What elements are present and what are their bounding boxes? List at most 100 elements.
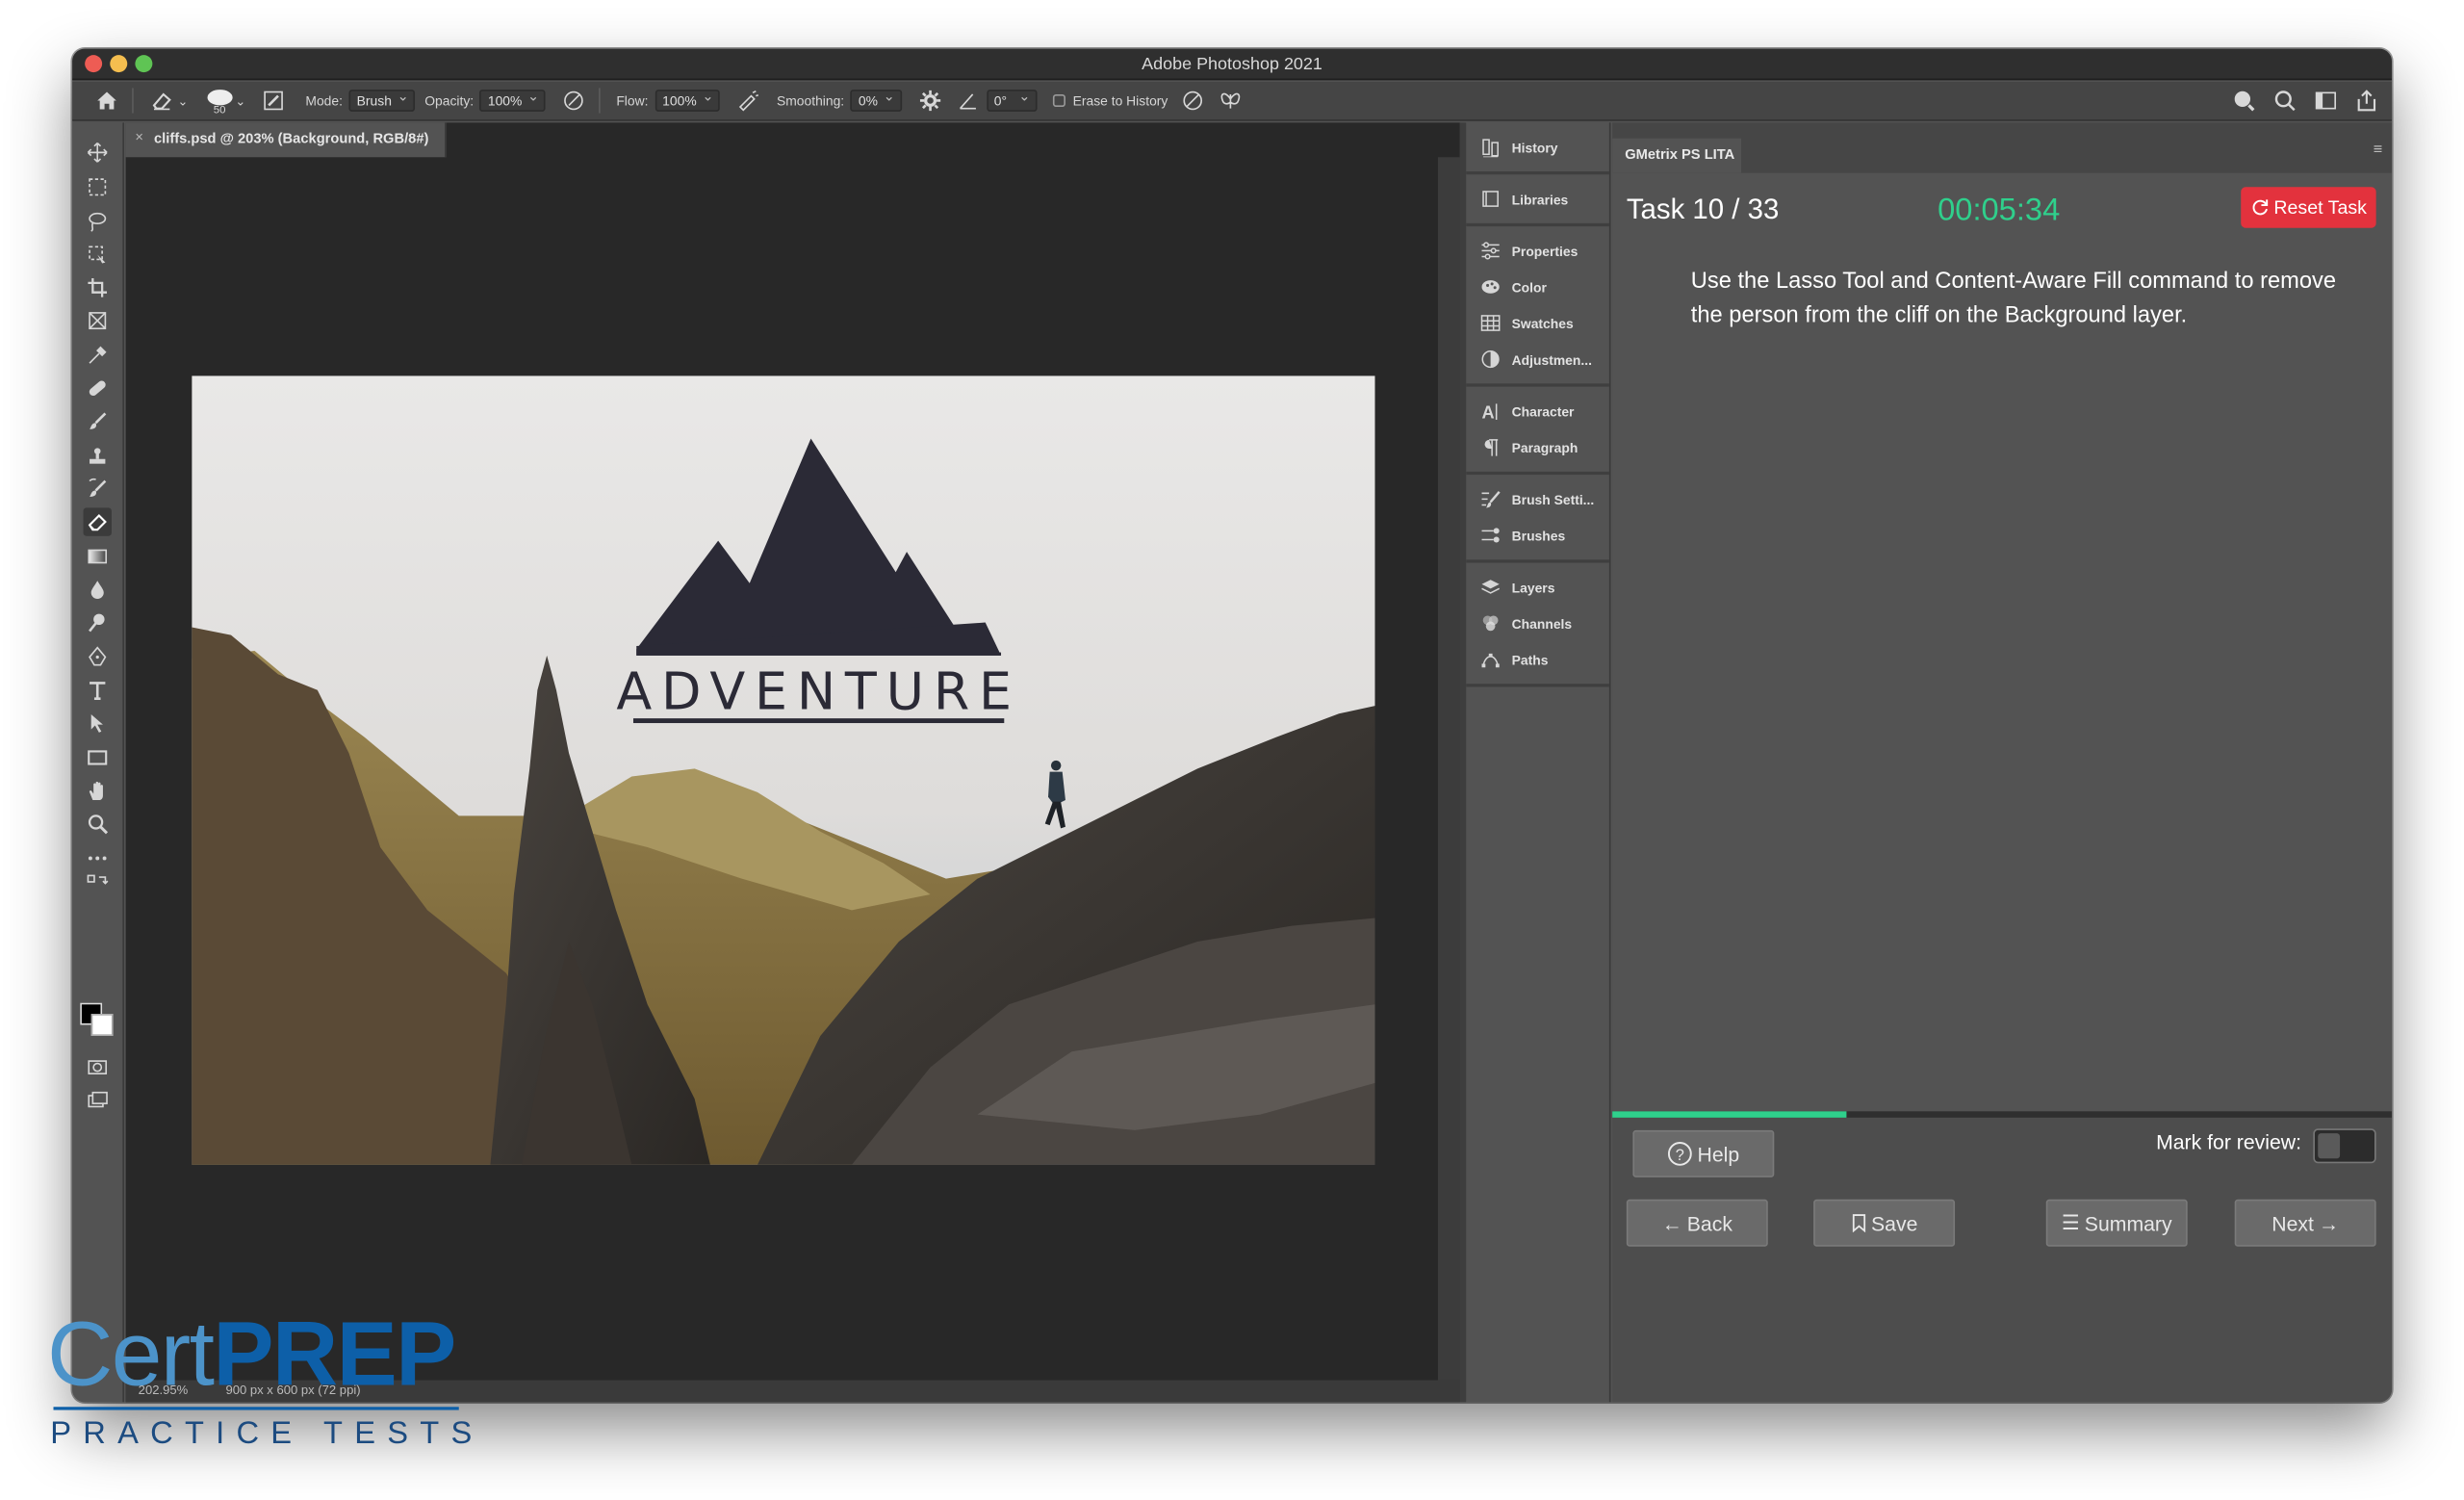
- eyedropper-tool[interactable]: [84, 341, 112, 369]
- history-icon: [1478, 136, 1501, 158]
- history-brush-tool[interactable]: [84, 475, 112, 503]
- svg-text:A: A: [1481, 403, 1494, 422]
- mark-for-review-toggle[interactable]: [2313, 1128, 2376, 1164]
- reset-task-button[interactable]: Reset Task: [2241, 187, 2376, 228]
- pressure-size-icon: [1183, 91, 1203, 111]
- panel-item-paragraph[interactable]: Paragraph: [1466, 429, 1609, 466]
- panel-item-character[interactable]: A Character: [1466, 393, 1609, 429]
- swap-colors-button[interactable]: [84, 874, 112, 893]
- panel-item-label: Layers: [1511, 579, 1555, 595]
- color-swatches[interactable]: [80, 1002, 117, 1041]
- save-label: Save: [1871, 1210, 1918, 1235]
- pressure-opacity-toggle[interactable]: [561, 88, 586, 113]
- photoshop-window: Adobe Photoshop 2021 ⌄ 50 ⌄ Mode: Brush: [72, 48, 2392, 1403]
- panel-item-brushes[interactable]: Brushes: [1466, 517, 1609, 554]
- image-canvas[interactable]: ADVENTURE: [192, 375, 1375, 1165]
- healing-brush-tool[interactable]: [84, 375, 112, 402]
- frame-tool[interactable]: [84, 306, 112, 334]
- type-icon: [90, 682, 106, 701]
- panel-item-label: Swatches: [1511, 315, 1574, 331]
- panel-dock: History Libraries Properties Color Swatches A…: [1466, 122, 1611, 1403]
- panel-item-history[interactable]: History: [1466, 129, 1609, 166]
- tool-preset-picker[interactable]: ⌄: [149, 88, 188, 113]
- angle-field[interactable]: 0°: [986, 88, 1038, 112]
- gmetrix-controls: ? Help Mark for review: ← Back Save ☰ Su…: [1612, 1111, 2392, 1403]
- brush-panel-icon: [264, 91, 284, 111]
- eraser-icon: [152, 92, 171, 111]
- history-brush-icon: [89, 478, 107, 497]
- hand-tool[interactable]: [84, 777, 112, 805]
- quick-mask-button[interactable]: [84, 1053, 112, 1081]
- brush-panel-toggle[interactable]: [262, 88, 287, 113]
- vertical-scrollbar[interactable]: [1437, 157, 1460, 1381]
- summary-button[interactable]: ☰ Summary: [2045, 1199, 2188, 1247]
- brush-tool[interactable]: [84, 407, 112, 435]
- learn-icon[interactable]: [2231, 88, 2256, 113]
- brush-size-picker[interactable]: 50: [207, 90, 233, 117]
- opacity-field[interactable]: 100%: [479, 88, 546, 112]
- workspace-icon[interactable]: [2313, 88, 2338, 113]
- smoothing-field[interactable]: 0%: [850, 88, 902, 112]
- smoothing-options-button[interactable]: [917, 88, 942, 113]
- airbrush-toggle[interactable]: [736, 88, 761, 113]
- zoom-tool[interactable]: [84, 810, 112, 838]
- lasso-tool[interactable]: [84, 208, 112, 236]
- rectangle-tool[interactable]: [84, 743, 112, 771]
- mode-dropdown[interactable]: Brush: [348, 88, 416, 112]
- panel-group: Layers Channels Paths: [1466, 563, 1609, 687]
- list-icon: ☰: [2061, 1210, 2080, 1234]
- pen-tool[interactable]: [84, 643, 112, 671]
- share-icon[interactable]: [2354, 88, 2379, 113]
- chevron-down-icon[interactable]: ⌄: [235, 93, 245, 108]
- panel-item-adjustmen[interactable]: Adjustmen...: [1466, 341, 1609, 377]
- path-selection-tool[interactable]: [84, 709, 112, 737]
- crop-tool[interactable]: [84, 273, 112, 301]
- screen-mode-button[interactable]: [84, 1086, 112, 1114]
- angle-control: 0°: [955, 88, 1038, 113]
- move-tool[interactable]: [84, 139, 112, 167]
- eraser-tool[interactable]: [83, 507, 112, 536]
- gmetrix-tab[interactable]: GMetrix PS LITA: [1612, 138, 1742, 173]
- airbrush-icon: [739, 90, 759, 112]
- background-color[interactable]: [90, 1014, 114, 1036]
- panel-item-libraries[interactable]: Libraries: [1466, 181, 1609, 218]
- panel-item-paths[interactable]: Paths: [1466, 641, 1609, 678]
- back-button[interactable]: ← Back: [1626, 1199, 1768, 1247]
- task-timer: 00:05:34: [1938, 193, 2061, 228]
- panel-item-color[interactable]: Color: [1466, 269, 1609, 305]
- flow-field[interactable]: 100%: [654, 88, 721, 112]
- help-button[interactable]: ? Help: [1632, 1129, 1775, 1177]
- paragraph-icon: [1478, 436, 1501, 458]
- save-button[interactable]: Save: [1813, 1199, 1956, 1247]
- panel-item-swatches[interactable]: Swatches: [1466, 305, 1609, 342]
- type-tool[interactable]: [84, 676, 112, 704]
- erase-to-history-checkbox[interactable]: [1052, 93, 1065, 108]
- marquee-tool[interactable]: [84, 173, 112, 201]
- dodge-tool[interactable]: [84, 608, 112, 636]
- edit-toolbar-button[interactable]: [84, 844, 112, 872]
- erase-to-history-option[interactable]: Erase to History: [1052, 92, 1168, 109]
- smoothing-label: Smoothing:: [776, 92, 845, 109]
- next-button[interactable]: Next →: [2234, 1199, 2376, 1247]
- opacity-label: Opacity:: [424, 92, 475, 109]
- search-icon[interactable]: [2272, 88, 2297, 113]
- panel-item-properties[interactable]: Properties: [1466, 233, 1609, 270]
- rectangle-icon: [88, 750, 108, 765]
- clone-stamp-tool[interactable]: [84, 442, 112, 470]
- butterfly-icon: [1220, 92, 1241, 109]
- panel-item-brush-setti[interactable]: Brush Setti...: [1466, 481, 1609, 518]
- blur-tool[interactable]: [84, 576, 112, 604]
- panel-menu-icon[interactable]: ≡: [2374, 142, 2383, 159]
- panel-item-layers[interactable]: Layers: [1466, 569, 1609, 606]
- gradient-tool[interactable]: [84, 542, 112, 570]
- panel-item-channels[interactable]: Channels: [1466, 606, 1609, 642]
- object-selection-tool[interactable]: [84, 241, 112, 269]
- home-button[interactable]: [94, 88, 119, 113]
- symmetry-button[interactable]: [1219, 88, 1244, 113]
- divider: [599, 88, 601, 114]
- pressure-size-toggle[interactable]: [1180, 88, 1205, 113]
- document-area: × cliffs.psd @ 203% (Background, RGB/8#): [125, 122, 1460, 1403]
- document-tab[interactable]: × cliffs.psd @ 203% (Background, RGB/8#): [125, 122, 447, 158]
- close-document-icon[interactable]: ×: [135, 129, 143, 144]
- gradient-icon: [88, 549, 108, 564]
